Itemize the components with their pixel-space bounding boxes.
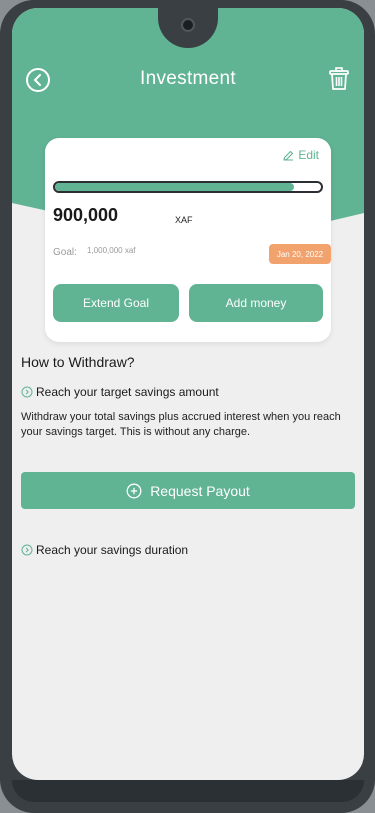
delete-button[interactable] [328, 67, 350, 91]
add-money-button[interactable]: Add money [189, 284, 323, 322]
request-payout-button[interactable]: Request Payout [21, 472, 355, 509]
withdraw-step-duration: Reach your savings duration [21, 543, 188, 557]
savings-progress-bar [53, 181, 323, 193]
due-date-badge: Jan 20, 2022 [269, 244, 331, 264]
withdraw-step-target: Reach your target savings amount [21, 385, 219, 399]
withdraw-step-duration-label: Reach your savings duration [36, 543, 189, 557]
saved-currency: XAF [175, 215, 193, 225]
extend-goal-button[interactable]: Extend Goal [53, 284, 179, 322]
saved-amount: 900,000 [53, 205, 119, 225]
withdraw-step-target-label: Reach your target savings amount [36, 385, 219, 399]
trash-icon [329, 67, 349, 90]
phone-frame: Investment Edit 900,000 XAF Goal: 1,000,… [0, 0, 375, 813]
edit-label: Edit [298, 148, 319, 162]
request-payout-label: Request Payout [150, 482, 250, 499]
savings-progress-fill [55, 183, 295, 191]
goal-label: Goal: [53, 247, 77, 258]
chevron-circle-icon [21, 544, 33, 556]
plus-circle-icon [126, 483, 142, 498]
withdraw-section-title: How to Withdraw? [21, 354, 135, 370]
app-screen: Investment Edit 900,000 XAF Goal: 1,000,… [12, 8, 364, 780]
chevron-circle-icon [21, 386, 33, 398]
top-bar: Investment [12, 66, 364, 96]
edit-button[interactable]: Edit [283, 148, 319, 162]
camera-icon [181, 18, 195, 32]
withdraw-step-description: Withdraw your total savings plus accrued… [21, 411, 341, 438]
pencil-icon [283, 150, 294, 161]
phone-bottom-bezel [12, 780, 364, 802]
page-title: Investment [140, 68, 236, 89]
investment-card: Edit 900,000 XAF Goal: 1,000,000 xaf Jan… [45, 138, 331, 342]
goal-value: 1,000,000 xaf [87, 246, 136, 255]
